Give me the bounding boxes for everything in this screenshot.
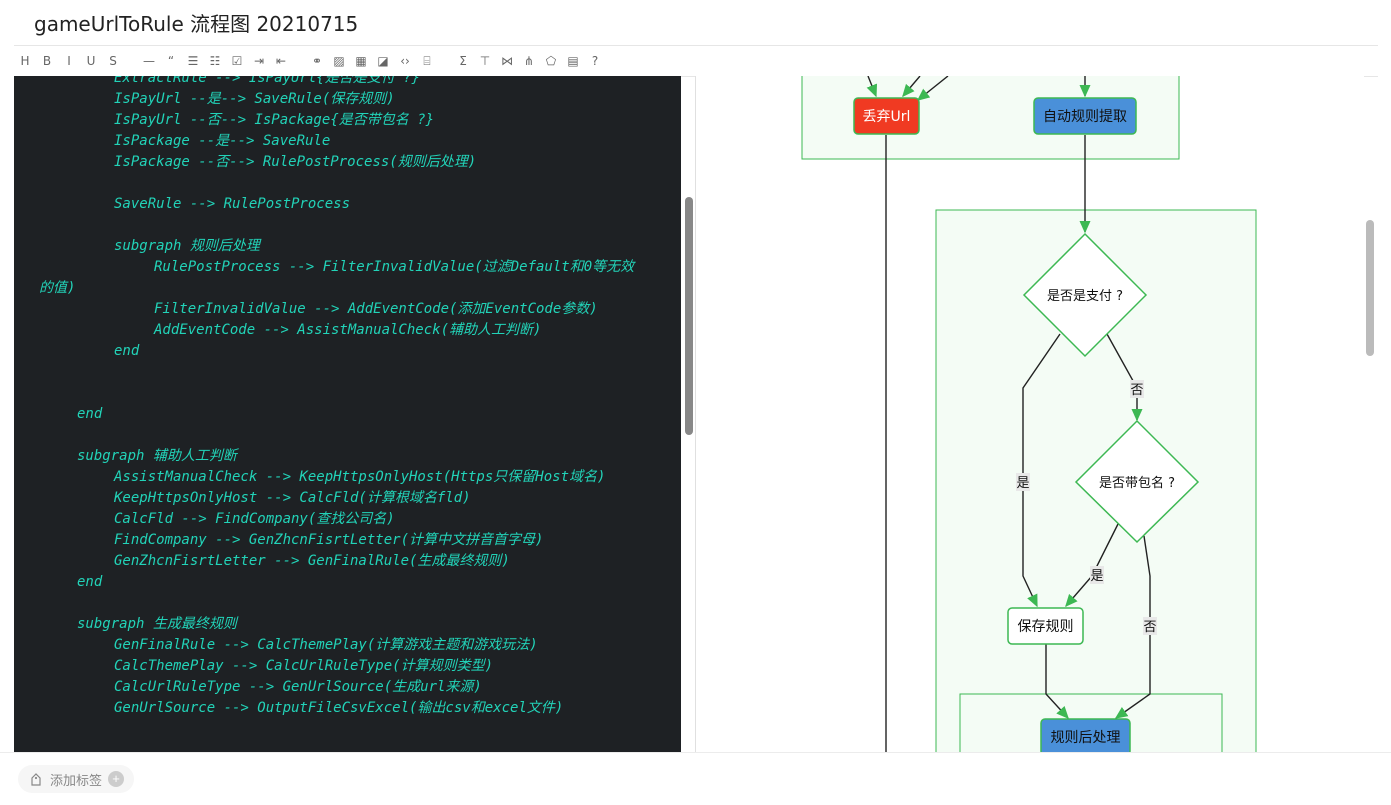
- code-line: GenFinalRule --> CalcThemePlay(计算游戏主题和游戏…: [114, 637, 538, 653]
- italic-button[interactable]: I: [58, 50, 80, 72]
- code-line: CalcFld --> FindCompany(查找公司名): [114, 511, 395, 527]
- preview-scrollbar[interactable]: [1366, 220, 1374, 356]
- strikethrough-button[interactable]: S: [102, 50, 124, 72]
- svg-text:自动规则提取: 自动规则提取: [1043, 109, 1127, 125]
- document-title[interactable]: gameUrlToRule 流程图 20210715: [34, 8, 358, 37]
- flowchart-svg: 丢弃Url 自动规则提取 是否是支付 ? 是否带包名 ? 保存规则 规则后处理 …: [801, 76, 1257, 752]
- underline-button[interactable]: U: [80, 50, 102, 72]
- code-line: IsPackage --否--> RulePostProcess(规则后处理): [114, 154, 477, 170]
- code-line: end: [114, 343, 140, 359]
- node-save-rule[interactable]: 保存规则: [1007, 607, 1084, 645]
- code-line: AssistManualCheck --> KeepHttpsOnlyHost(…: [114, 469, 606, 485]
- code-line: AddEventCode --> AssistManualCheck(辅助人工判…: [154, 322, 542, 338]
- quote-button[interactable]: “: [160, 50, 182, 72]
- svg-text:丢弃Url: 丢弃Url: [863, 109, 911, 125]
- edge-label-ispackage-yes: 是: [1090, 566, 1104, 584]
- code-line: IsPayUrl --否--> IsPackage{是否带包名 ?}: [114, 112, 435, 128]
- code-line: subgraph 辅助人工判断: [77, 448, 237, 464]
- editor-scrollbar[interactable]: [685, 197, 693, 435]
- code-line: CalcThemePlay --> CalcUrlRuleType(计算规则类型…: [114, 658, 494, 674]
- footer-bar: 添加标签 +: [0, 752, 1391, 805]
- code-line: SaveRule --> RulePostProcess: [114, 196, 351, 212]
- indent-button[interactable]: ⇥: [248, 50, 270, 72]
- edge-label-ispay-yes: 是: [1016, 473, 1030, 491]
- node-post-process[interactable]: 规则后处理: [1040, 718, 1131, 752]
- code-line: 的值): [39, 280, 76, 296]
- mindmap-button[interactable]: ⬠: [540, 50, 562, 72]
- bullet-list-button[interactable]: ☰: [182, 50, 204, 72]
- chart-button[interactable]: ◪: [372, 50, 394, 72]
- code-line: IsPackage --是--> SaveRule: [114, 133, 331, 149]
- formula-button[interactable]: Σ: [452, 50, 474, 72]
- code-line: KeepHttpsOnlyHost --> CalcFld(计算根域名fld): [114, 490, 471, 506]
- add-tag-button[interactable]: 添加标签 +: [18, 765, 135, 793]
- numbered-list-button[interactable]: ☷: [204, 50, 226, 72]
- code-line: IsPayUrl --是--> SaveRule(保存规则): [114, 91, 395, 107]
- svg-text:否: 否: [1130, 383, 1143, 398]
- code-line: FindCompany --> GenZhcnFisrtLetter(计算中文拼…: [114, 532, 544, 548]
- code-line: subgraph 生成最终规则: [77, 616, 237, 632]
- edge-label-ispay-no: 否: [1130, 380, 1144, 398]
- code-line: RulePostProcess --> FilterInvalidValue(过…: [154, 259, 635, 275]
- gantt-button[interactable]: ⋔: [518, 50, 540, 72]
- flowchart-preview: 丢弃Url 自动规则提取 是否是支付 ? 是否带包名 ? 保存规则 规则后处理 …: [696, 76, 1364, 752]
- toc-button[interactable]: ▤: [562, 50, 584, 72]
- add-tag-label: 添加标签: [50, 772, 103, 788]
- code-line: FilterInvalidValue --> AddEventCode(添加Ev…: [154, 301, 598, 317]
- edge-label-ispackage-no: 否: [1143, 617, 1157, 635]
- table-button[interactable]: ▦: [350, 50, 372, 72]
- code-line: ExtractRule --> IsPayUrl{是否是支付 ?}: [114, 76, 421, 86]
- node-auto-extract[interactable]: 自动规则提取: [1033, 97, 1137, 135]
- code-line: subgraph 规则后处理: [114, 238, 260, 254]
- image-button[interactable]: ▨: [328, 50, 350, 72]
- code-button[interactable]: ‹›: [394, 50, 416, 72]
- editor-toolbar: H B I U S — “☰ ☷ ☑ ⇥ ⇤ ⚭ ▨ ▦ ◪ ‹› ⌸ Σ ⊤ ⋈ ⋔ ⬠ ▤?: [14, 45, 1378, 77]
- checklist-button[interactable]: ☑: [226, 50, 248, 72]
- code-block-button[interactable]: ⌸: [416, 50, 438, 72]
- code-line: CalcUrlRuleType --> GenUrlSource(生成url来源…: [114, 679, 482, 695]
- code-line: GenZhcnFisrtLetter --> GenFinalRule(生成最终…: [114, 553, 510, 569]
- sequence-button[interactable]: ⋈: [496, 50, 518, 72]
- code-line: end: [77, 574, 103, 590]
- title-bar: gameUrlToRule 流程图 20210715: [0, 0, 1391, 44]
- plus-icon[interactable]: +: [108, 771, 125, 787]
- horizontal-rule-button[interactable]: —: [138, 50, 160, 72]
- svg-text:是否是支付 ?: 是否是支付 ?: [1047, 289, 1123, 304]
- svg-text:规则后处理: 规则后处理: [1051, 730, 1121, 746]
- code-editor[interactable]: ExtractRule --> IsPayUrl{是否是支付 ?} IsPayUr…: [14, 76, 681, 752]
- svg-text:保存规则: 保存规则: [1018, 619, 1074, 635]
- outdent-button[interactable]: ⇤: [270, 50, 292, 72]
- help-button[interactable]: ?: [584, 50, 606, 72]
- svg-text:否: 否: [1143, 620, 1156, 635]
- svg-text:是: 是: [1090, 569, 1103, 584]
- node-discard-url[interactable]: 丢弃Url: [853, 97, 920, 135]
- svg-text:是: 是: [1016, 476, 1029, 491]
- code-line: GenUrlSource --> OutputFileCsvExcel(输出cs…: [114, 700, 564, 716]
- svg-text:是否带包名 ?: 是否带包名 ?: [1099, 475, 1175, 491]
- tag-icon: [31, 772, 41, 786]
- flowchart-button[interactable]: ⊤: [474, 50, 496, 72]
- bold-button[interactable]: B: [36, 50, 58, 72]
- code-line: end: [77, 406, 103, 422]
- link-button[interactable]: ⚭: [306, 50, 328, 72]
- heading-button[interactable]: H: [14, 50, 36, 72]
